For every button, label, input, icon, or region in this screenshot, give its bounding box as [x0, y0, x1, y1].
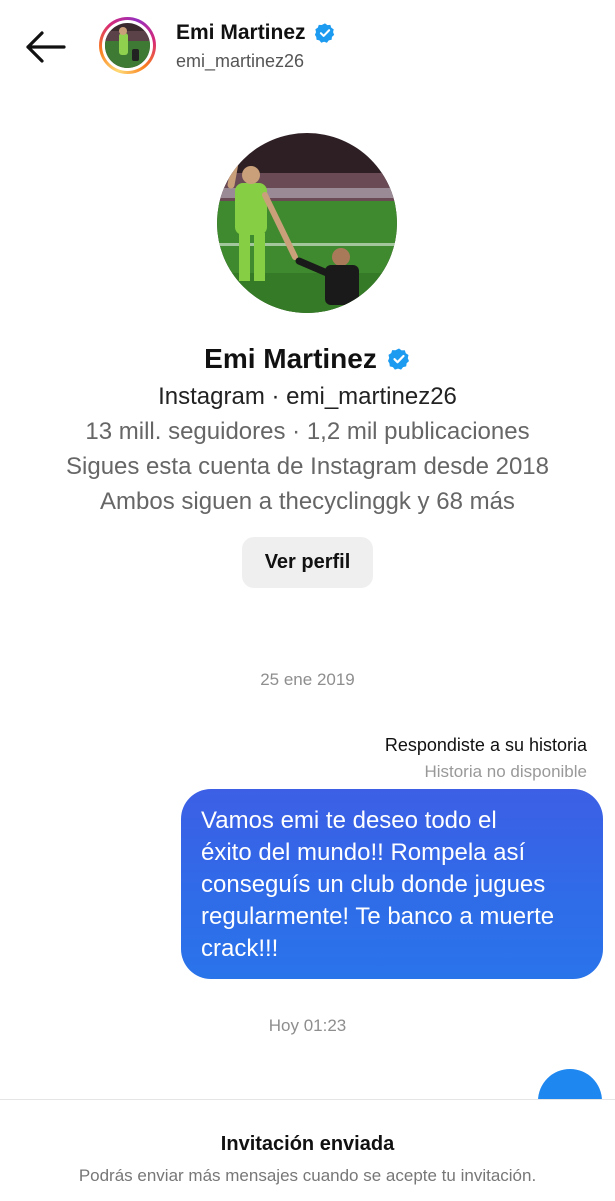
message-line: conseguís un club donde jugues [201, 871, 546, 898]
header-name[interactable]: Emi Martinez [176, 21, 336, 45]
reply-context-title: Respondiste a su historia [384, 735, 587, 755]
profile-mutual-line: Ambos siguen a thecyclinggk y 68 más [100, 488, 515, 515]
timestamp: 25 ene 2019 [260, 670, 355, 689]
message-line: regularmente! Te banco a muerte [201, 903, 555, 930]
sent-message-bubble[interactable]: Vamos emi te deseo todo el éxito del mun… [181, 789, 603, 979]
view-profile-button[interactable]: Ver perfil [242, 537, 373, 588]
verified-badge-icon [387, 348, 409, 370]
message-line: crack!!! [201, 935, 279, 962]
message-line: Vamos emi te deseo todo el [201, 807, 497, 834]
header-avatar[interactable] [99, 17, 156, 74]
verified-badge-icon [314, 23, 334, 43]
reply-context-subtitle: Historia no disponible [424, 762, 587, 781]
header-name-text: Emi Martinez [176, 21, 306, 44]
back-button[interactable] [22, 28, 68, 66]
invitation-subtitle: Podrás enviar más mensajes cuando se ace… [78, 1166, 537, 1185]
arrow-left-icon [26, 31, 66, 63]
invitation-footer: Invitación enviada Podrás enviar más men… [0, 1099, 615, 1201]
message-line: éxito del mundo!! Rompela así [201, 839, 526, 866]
invitation-title: Invitación enviada [220, 1133, 395, 1155]
story-reply-context: Respondiste a su historia Historia no di… [385, 735, 587, 782]
profile-follow-since-line: Sigues esta cuenta de Instagram desde 20… [66, 453, 549, 480]
profile-platform-line: Instagram · emi_martinez26 [158, 383, 457, 410]
profile-name: Emi Martinez [0, 343, 615, 375]
chat-header: Emi Martinez emi_martinez26 [0, 0, 615, 95]
timestamp: Hoy 01:23 [268, 1016, 347, 1035]
profile-picture[interactable] [217, 133, 397, 313]
profile-name-text: Emi Martinez [204, 343, 377, 374]
profile-stats-line: 13 mill. seguidores · 1,2 mil publicacio… [85, 418, 530, 445]
header-username: emi_martinez26 [176, 51, 305, 71]
